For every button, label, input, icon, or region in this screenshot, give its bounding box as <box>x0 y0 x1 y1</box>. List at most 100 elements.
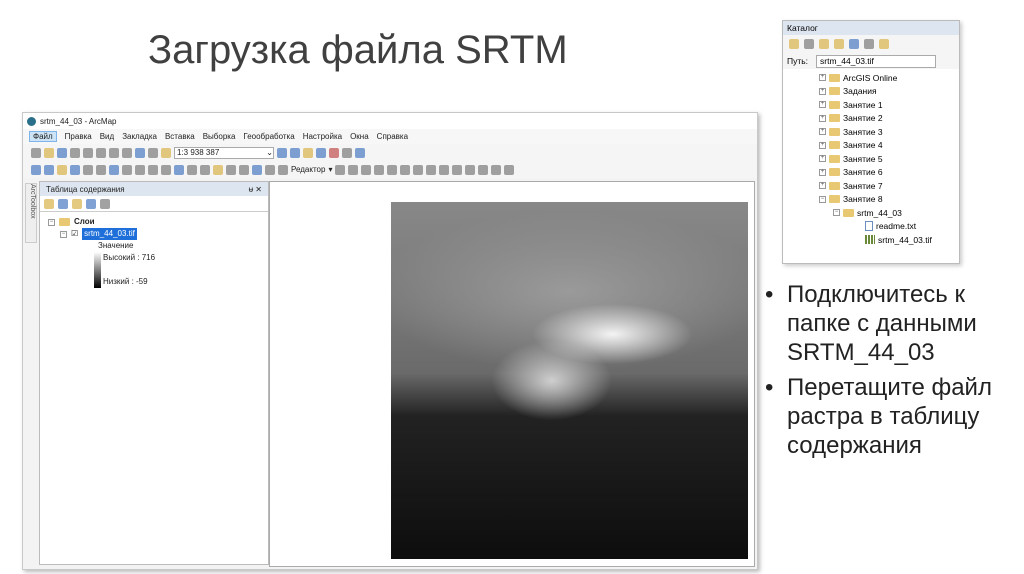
menu-bookmarks[interactable]: Закладка <box>122 132 157 141</box>
menu-windows[interactable]: Окна <box>350 132 369 141</box>
expand-icon[interactable]: + <box>819 141 826 149</box>
reshape-icon[interactable] <box>426 164 437 175</box>
attributes-icon[interactable] <box>478 164 489 175</box>
editor-menu[interactable]: Редактор <box>291 165 325 174</box>
close-icon[interactable]: ✕ <box>255 185 262 194</box>
forward-icon[interactable] <box>804 39 814 49</box>
edit-annotation-icon[interactable] <box>348 164 359 175</box>
sketch-properties-icon[interactable] <box>491 164 502 175</box>
toc-icon[interactable] <box>290 147 300 158</box>
new-folder-icon[interactable] <box>879 39 889 49</box>
pan-icon[interactable] <box>57 164 67 175</box>
expand-icon[interactable]: + <box>819 74 826 82</box>
catalog-folder[interactable]: + Занятие 4 <box>783 139 959 153</box>
python-icon[interactable] <box>342 147 352 158</box>
arctoolbox-tab[interactable]: ArcToolbox <box>25 183 37 243</box>
menu-file[interactable]: Файл <box>29 131 57 142</box>
save-icon[interactable] <box>57 147 67 158</box>
catalog-file[interactable]: srtm_44_03.tif <box>783 233 959 247</box>
connect-folder-icon[interactable] <box>849 39 859 49</box>
arctoolbox-icon[interactable] <box>329 147 339 158</box>
endpoint-arc-icon[interactable] <box>374 164 385 175</box>
menu-edit[interactable]: Правка <box>65 132 92 141</box>
measure-icon[interactable] <box>213 164 223 175</box>
catalog-icon[interactable] <box>303 147 313 158</box>
point-icon[interactable] <box>400 164 411 175</box>
edit-vertices-icon[interactable] <box>413 164 424 175</box>
expand-icon[interactable]: + <box>819 128 826 136</box>
editor-toolbar-icon[interactable] <box>277 147 287 158</box>
search-window-icon[interactable] <box>316 147 326 158</box>
menu-geoprocessing[interactable]: Геообработка <box>243 132 294 141</box>
goto-xy-icon[interactable] <box>252 164 262 175</box>
select-features-icon[interactable] <box>135 164 145 175</box>
create-features-icon[interactable] <box>504 164 515 175</box>
delete-icon[interactable] <box>122 147 132 158</box>
zoom-out-icon[interactable] <box>44 164 54 175</box>
catalog-folder[interactable]: + Задания <box>783 85 959 99</box>
time-slider-icon[interactable] <box>265 164 275 175</box>
catalog-file[interactable]: readme.txt <box>783 220 959 234</box>
menu-view[interactable]: Вид <box>100 132 114 141</box>
catalog-folder[interactable]: + Занятие 5 <box>783 152 959 166</box>
up-icon[interactable] <box>819 39 829 49</box>
rotate-icon[interactable] <box>465 164 476 175</box>
expand-icon[interactable]: + <box>819 168 826 176</box>
layer-name[interactable]: srtm_44_03.tif <box>82 228 137 240</box>
expand-icon[interactable]: + <box>819 114 826 122</box>
expand-icon[interactable]: + <box>819 155 826 163</box>
back-icon[interactable] <box>109 164 119 175</box>
catalog-folder[interactable]: + Занятие 3 <box>783 125 959 139</box>
collapse-icon[interactable]: − <box>60 230 67 238</box>
catalog-folder[interactable]: + ArcGIS Online <box>783 71 959 85</box>
layers-group[interactable]: Слои <box>74 216 95 228</box>
menu-selection[interactable]: Выборка <box>203 132 236 141</box>
catalog-folder[interactable]: + Занятие 6 <box>783 166 959 180</box>
list-by-source-icon[interactable] <box>58 198 68 209</box>
straight-segment-icon[interactable] <box>361 164 372 175</box>
print-icon[interactable] <box>70 147 80 158</box>
menu-insert[interactable]: Вставка <box>165 132 195 141</box>
find-route-icon[interactable] <box>239 164 249 175</box>
catalog-folder[interactable]: − Занятие 8 <box>783 193 959 207</box>
collapse-icon[interactable]: − <box>833 209 840 217</box>
back-icon[interactable] <box>789 39 799 49</box>
cut-icon[interactable] <box>83 147 93 158</box>
catalog-folder[interactable]: + Занятие 1 <box>783 98 959 112</box>
path-input[interactable]: srtm_44_03.tif <box>816 54 937 68</box>
clear-selection-icon[interactable] <box>148 164 158 175</box>
hyperlink-icon[interactable] <box>187 164 197 175</box>
new-icon[interactable] <box>31 147 41 158</box>
identify-icon[interactable] <box>174 164 184 175</box>
full-extent-icon[interactable] <box>70 164 80 175</box>
paste-icon[interactable] <box>109 147 119 158</box>
views-icon[interactable] <box>864 39 874 49</box>
catalog-folder[interactable]: + Занятие 7 <box>783 179 959 193</box>
undo-icon[interactable] <box>135 147 145 158</box>
expand-icon[interactable]: + <box>819 101 826 109</box>
open-icon[interactable] <box>44 147 54 158</box>
add-data-icon[interactable] <box>161 147 171 158</box>
list-by-visibility-icon[interactable] <box>72 198 82 209</box>
copy-icon[interactable] <box>96 147 106 158</box>
fixed-zoom-in-icon[interactable] <box>83 164 93 175</box>
catalog-folder[interactable]: − srtm_44_03 <box>783 206 959 220</box>
list-by-selection-icon[interactable] <box>86 198 96 209</box>
select-elements-icon[interactable] <box>161 164 171 175</box>
viewer-icon[interactable] <box>278 164 288 175</box>
menu-customize[interactable]: Настройка <box>303 132 342 141</box>
forward-icon[interactable] <box>122 164 132 175</box>
collapse-icon[interactable]: − <box>48 218 55 226</box>
home-icon[interactable] <box>834 39 844 49</box>
list-by-drawing-order-icon[interactable] <box>44 198 54 209</box>
expand-icon[interactable]: + <box>819 87 826 95</box>
fixed-zoom-out-icon[interactable] <box>96 164 106 175</box>
options-icon[interactable] <box>100 198 110 209</box>
map-view[interactable] <box>269 181 755 567</box>
trace-icon[interactable] <box>387 164 398 175</box>
cut-polygons-icon[interactable] <box>439 164 450 175</box>
modelbuilder-icon[interactable] <box>355 147 365 158</box>
zoom-in-icon[interactable] <box>31 164 41 175</box>
html-popup-icon[interactable] <box>200 164 210 175</box>
scale-dropdown[interactable]: 1:3 938 387 ⌄ <box>174 146 274 159</box>
